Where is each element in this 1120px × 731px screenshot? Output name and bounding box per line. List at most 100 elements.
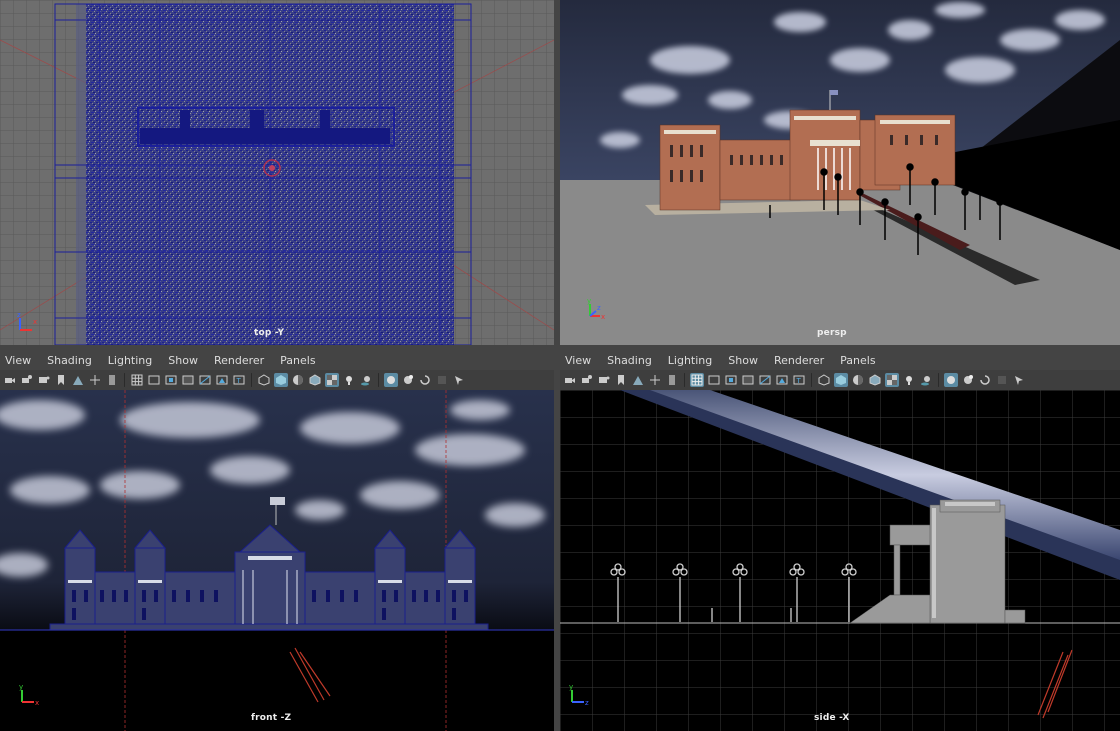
toolbar-separator <box>251 373 252 387</box>
safe-title-icon[interactable]: T <box>232 373 246 387</box>
menu-panels[interactable]: Panels <box>272 354 323 367</box>
svg-text:y: y <box>569 683 573 691</box>
grid-icon[interactable] <box>130 373 144 387</box>
persp-viewport[interactable]: y x z persp <box>560 0 1120 345</box>
field-chart-icon[interactable] <box>198 373 212 387</box>
top-view-canvas <box>0 0 554 345</box>
gate-mask-icon[interactable] <box>741 373 755 387</box>
menu-panels[interactable]: Panels <box>832 354 883 367</box>
anti-alias-icon[interactable] <box>418 373 432 387</box>
film-gate-icon[interactable] <box>707 373 721 387</box>
view-axis-icon: y x <box>19 683 39 707</box>
film-icon[interactable] <box>37 373 51 387</box>
camera-name-label: front -Z <box>251 713 292 723</box>
menu-show[interactable]: Show <box>720 354 766 367</box>
menu-view[interactable]: View <box>560 354 599 367</box>
move-icon[interactable] <box>88 373 102 387</box>
default-material-icon[interactable] <box>868 373 882 387</box>
front-viewport-pane[interactable]: View Shading Lighting Show Renderer Pane… <box>0 351 554 731</box>
menu-renderer[interactable]: Renderer <box>206 354 272 367</box>
front-viewport[interactable]: y x front -Z <box>0 390 554 731</box>
menu-shading[interactable]: Shading <box>39 354 100 367</box>
svg-text:z: z <box>585 699 589 707</box>
panel-toolbar: T <box>0 370 554 390</box>
ambient-occlusion-icon[interactable] <box>944 373 958 387</box>
menu-lighting[interactable]: Lighting <box>660 354 720 367</box>
camera-icon[interactable] <box>563 373 577 387</box>
shade-wire-icon[interactable] <box>851 373 865 387</box>
menu-view[interactable]: View <box>0 354 39 367</box>
panel-toolbar: T <box>560 370 1120 390</box>
panel-menu-bar: View Shading Lighting Show Renderer Pane… <box>560 351 1120 370</box>
bookmark-icon[interactable] <box>54 373 68 387</box>
grid-icon[interactable] <box>690 373 704 387</box>
persp-viewport-pane[interactable]: y x z persp <box>560 0 1120 345</box>
resolution-gate-icon[interactable] <box>164 373 178 387</box>
svg-text:T: T <box>236 377 242 385</box>
panel-menu-bar: View Shading Lighting Show Renderer Pane… <box>0 351 554 370</box>
gate-mask-icon[interactable] <box>181 373 195 387</box>
camera-attr-icon[interactable] <box>20 373 34 387</box>
safe-title-icon[interactable]: T <box>792 373 806 387</box>
bookmark-icon[interactable] <box>105 373 119 387</box>
motion-blur-icon[interactable] <box>401 373 415 387</box>
anti-alias-icon[interactable] <box>978 373 992 387</box>
svg-text:x: x <box>33 318 37 326</box>
smooth-shade-icon[interactable] <box>834 373 848 387</box>
depth-of-field-icon[interactable] <box>995 373 1009 387</box>
top-viewport-pane[interactable]: z x top -Y <box>0 0 554 345</box>
toolbar-separator <box>124 373 125 387</box>
view-axis-icon: y z <box>569 683 589 707</box>
wireframe-icon[interactable] <box>257 373 271 387</box>
svg-text:y: y <box>587 297 591 305</box>
toolbar-separator <box>811 373 812 387</box>
top-viewport[interactable]: z x top -Y <box>0 0 554 345</box>
safe-action-icon[interactable] <box>215 373 229 387</box>
toolbar-separator <box>378 373 379 387</box>
camera-name-label: persp <box>817 328 847 338</box>
field-chart-icon[interactable] <box>758 373 772 387</box>
lights-icon[interactable] <box>902 373 916 387</box>
image-plane-icon[interactable] <box>71 373 85 387</box>
bookmark-icon[interactable] <box>665 373 679 387</box>
depth-of-field-icon[interactable] <box>435 373 449 387</box>
persp-view-canvas <box>560 0 1120 345</box>
toolbar-separator <box>684 373 685 387</box>
isolate-icon[interactable] <box>452 373 466 387</box>
menu-renderer[interactable]: Renderer <box>766 354 832 367</box>
image-plane-icon[interactable] <box>631 373 645 387</box>
safe-action-icon[interactable] <box>775 373 789 387</box>
move-icon[interactable] <box>648 373 662 387</box>
menu-lighting[interactable]: Lighting <box>100 354 160 367</box>
isolate-icon[interactable] <box>1012 373 1026 387</box>
maya-four-view-layout: z x top -Y y x z persp View Shading Ligh… <box>0 0 1120 731</box>
smooth-shade-icon[interactable] <box>274 373 288 387</box>
bookmark-icon[interactable] <box>614 373 628 387</box>
front-view-canvas <box>0 390 554 731</box>
lights-icon[interactable] <box>342 373 356 387</box>
default-material-icon[interactable] <box>308 373 322 387</box>
wireframe-icon[interactable] <box>817 373 831 387</box>
svg-text:x: x <box>601 313 605 321</box>
camera-icon[interactable] <box>3 373 17 387</box>
film-icon[interactable] <box>597 373 611 387</box>
shade-wire-icon[interactable] <box>291 373 305 387</box>
film-gate-icon[interactable] <box>147 373 161 387</box>
side-viewport-pane[interactable]: View Shading Lighting Show Renderer Pane… <box>560 351 1120 731</box>
camera-name-label: top -Y <box>254 328 285 338</box>
view-axis-icon: y x z <box>587 297 605 321</box>
ambient-occlusion-icon[interactable] <box>384 373 398 387</box>
textured-icon[interactable] <box>885 373 899 387</box>
svg-text:y: y <box>19 683 23 691</box>
shadows-icon[interactable] <box>359 373 373 387</box>
menu-shading[interactable]: Shading <box>599 354 660 367</box>
menu-show[interactable]: Show <box>160 354 206 367</box>
motion-blur-icon[interactable] <box>961 373 975 387</box>
shadows-icon[interactable] <box>919 373 933 387</box>
side-viewport[interactable]: y z side -X <box>560 390 1120 731</box>
textured-icon[interactable] <box>325 373 339 387</box>
toolbar-separator <box>938 373 939 387</box>
resolution-gate-icon[interactable] <box>724 373 738 387</box>
side-view-canvas <box>560 390 1120 731</box>
camera-attr-icon[interactable] <box>580 373 594 387</box>
